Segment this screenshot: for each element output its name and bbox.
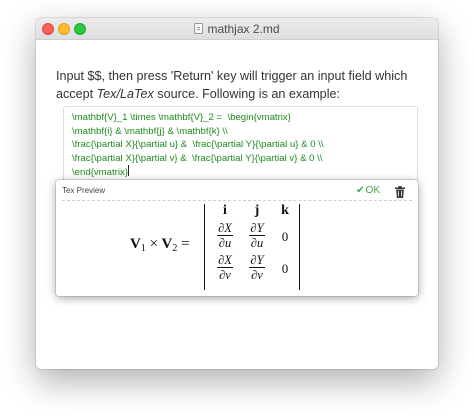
checkmark-icon: ✔ [356,185,365,196]
tex-preview-panel: Tex Preview ✔OK V1 × V2 = i j k ∂X ∂u ∂Y… [56,180,418,296]
editor-window: mathjax 2.md Input $$, then press 'Retur… [36,18,438,369]
document-icon [194,23,204,34]
ok-button[interactable]: ✔OK [356,185,380,196]
fraction-denominator: ∂v [251,268,263,282]
subscript-1: 1 [140,243,146,254]
code-line[interactable]: \end{vmatrix} [72,167,128,178]
fraction: ∂Y ∂u [249,221,265,250]
intro-text-2: source. Following is an example: [153,87,340,101]
fraction-denominator: ∂u [218,236,232,250]
fraction-denominator: ∂u [250,236,264,250]
matrix-cell-zero-1: 0 [281,229,289,244]
preview-divider [62,200,412,201]
fraction-denominator: ∂v [219,268,231,282]
fraction: ∂X ∂v [217,254,233,282]
code-line[interactable]: \mathbf{V}_1 \times \mathbf{V}_2 = \begi… [72,111,409,125]
tex-preview-label: Tex Preview [62,186,106,195]
intro-emphasis: Tex/LaTex [96,87,154,101]
matrix-cell-dy-du: ∂Y ∂u [240,222,274,252]
intro-paragraph: Input $$, then press 'Return' key will t… [56,67,426,103]
code-line[interactable]: \mathbf{i} & \mathbf{j} & \mathbf{k} \\ [72,125,409,139]
matrix-cell-dx-dv: ∂X ∂v [208,254,242,284]
text-caret [128,165,129,177]
matrix-cell-dy-dv: ∂Y ∂v [240,254,274,284]
matrix-header-j: j [254,203,260,218]
rendered-equation: V1 × V2 = i j k ∂X ∂u ∂Y ∂u 0 ∂X ∂v ∂Y ∂v [130,203,310,290]
equation-lhs: V1 × V2 = [130,236,190,254]
matrix-cell-dx-du: ∂X ∂u [208,222,242,252]
trash-icon[interactable] [395,185,405,198]
fraction: ∂X ∂u [217,222,233,250]
times-operator: × [149,236,159,252]
equals-operator: = [181,236,190,252]
matrix-header-k: k [281,203,289,218]
code-line[interactable]: \frac{\partial X}{\partial v} & \frac{\p… [72,152,409,166]
vector-v2: V [161,236,173,252]
title-bar[interactable]: mathjax 2.md [36,18,438,40]
fraction-numerator: ∂X [217,253,233,268]
matrix-header-i: i [223,203,227,218]
fraction-numerator: ∂X [217,221,233,236]
subscript-2: 2 [172,243,178,254]
determinant-left-bar [204,204,205,290]
fraction-numerator: ∂Y [249,221,265,236]
code-line-with-caret[interactable]: \end{vmatrix} [72,165,409,180]
fraction: ∂Y ∂v [249,253,265,282]
code-line[interactable]: \frac{\partial X}{\partial u} & \frac{\p… [72,138,409,152]
window-title: mathjax 2.md [207,22,280,36]
vector-v1: V [130,236,141,252]
ok-label: OK [365,185,380,196]
determinant-right-bar [299,204,300,290]
window-title-wrap: mathjax 2.md [36,22,438,36]
fraction-numerator: ∂Y [249,253,265,268]
matrix-cell-zero-2: 0 [281,261,289,276]
